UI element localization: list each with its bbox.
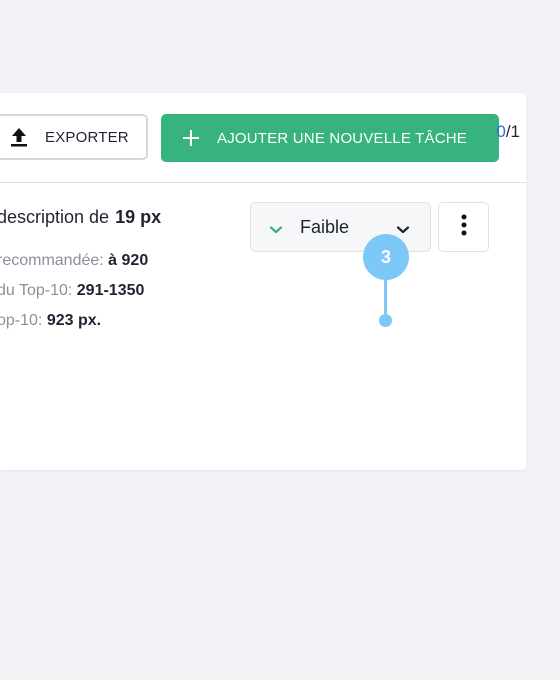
add-task-label: AJOUTER UNE NOUVELLE TÂCHE (217, 129, 467, 147)
counter-current: 0 (496, 122, 506, 141)
task-title-text: description de (0, 207, 110, 227)
metric-top10-range: du Top-10: 291-1350 (0, 282, 144, 300)
priority-label: Faible (300, 216, 350, 237)
metric-recommended: recommandée: à 920 (0, 252, 148, 270)
task-title-value: 19 px (115, 207, 162, 227)
metric-label: du Top-10: (0, 282, 77, 299)
metric-value: 923 px. (46, 312, 102, 329)
metric-label: recommandée: (0, 252, 109, 269)
export-label: EXPORTER (45, 128, 129, 146)
metric-value: 291-1350 (76, 282, 145, 299)
metric-label: op-10: (0, 312, 47, 329)
metric-top10-average: op-10: 923 px. (0, 312, 101, 330)
more-options-button[interactable] (438, 202, 489, 252)
annotation-pointer (384, 278, 387, 316)
task-counter: 0/1 (496, 122, 520, 142)
chevron-down-icon (396, 222, 410, 234)
more-vertical-icon (461, 214, 467, 241)
low-priority-icon (269, 222, 283, 234)
counter-total: /1 (505, 122, 520, 141)
task-title: description de 19 px (0, 207, 161, 228)
annotation-number: 3 (380, 246, 391, 267)
plus-icon (181, 128, 201, 148)
export-button[interactable]: EXPORTER (0, 114, 148, 160)
upload-icon (9, 126, 29, 148)
annotation-dot (379, 314, 392, 327)
metric-value: à 920 (108, 252, 149, 269)
divider (0, 182, 526, 183)
annotation-badge: 3 (363, 234, 409, 280)
add-task-button[interactable]: AJOUTER UNE NOUVELLE TÂCHE (161, 114, 499, 162)
